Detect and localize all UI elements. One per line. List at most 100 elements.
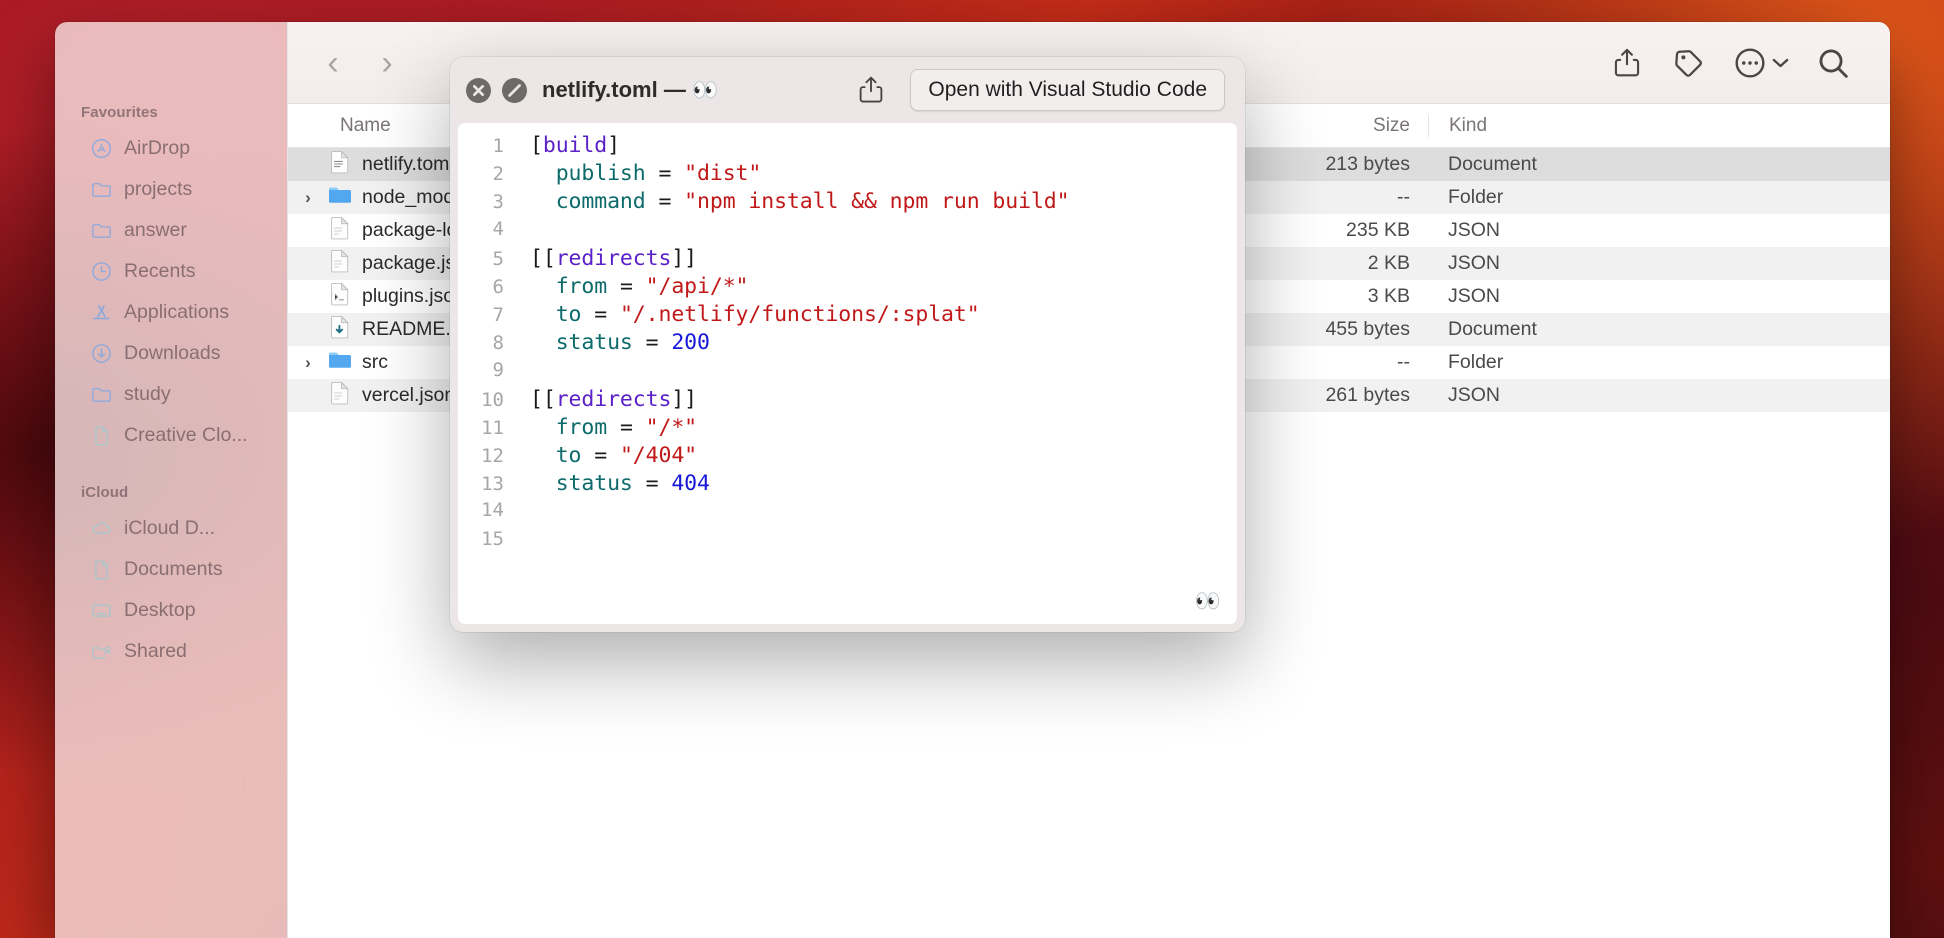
json-file-icon <box>327 215 353 247</box>
file-name-label: src <box>362 351 388 373</box>
file-kind-cell: Folder <box>1448 186 1504 208</box>
quick-look-title-text: netlify.toml — <box>542 77 692 102</box>
code-token: = <box>645 189 685 215</box>
code-text: command = "npm install && npm run build" <box>508 189 1070 214</box>
sidebar-item-answer[interactable]: answer <box>64 210 278 251</box>
line-number: 7 <box>492 304 504 327</box>
code-token: [[ <box>530 386 556 412</box>
tags-button[interactable] <box>1658 47 1720 79</box>
quick-look-titlebar: netlify.toml — 👀 Open with Visual Studio… <box>450 57 1245 123</box>
chevron-down-icon <box>1772 58 1789 67</box>
code-line: 3 command = "npm install && npm run buil… <box>458 189 1237 217</box>
sidebar-item-icloud-d[interactable]: iCloud D... <box>64 508 278 549</box>
full-screen-disabled-button[interactable] <box>502 77 527 103</box>
ellipsis-circle-icon <box>1735 47 1765 78</box>
code-text: status = 200 <box>508 330 710 355</box>
sidebar-item-label: Desktop <box>124 599 196 621</box>
sidebar-item-downloads[interactable]: Downloads <box>64 333 278 374</box>
back-button[interactable]: ‹ <box>306 46 360 80</box>
line-number: 6 <box>492 275 504 298</box>
column-header-kind[interactable]: Kind <box>1428 114 1890 137</box>
file-kind-cell: JSON <box>1448 285 1501 307</box>
code-text: from = "/api/*" <box>508 273 749 299</box>
file-kind-cell: JSON <box>1448 252 1501 274</box>
toml-file-icon <box>327 149 353 181</box>
folder-icon <box>90 219 113 242</box>
code-line: 12 to = "/404" <box>458 443 1237 471</box>
sidebar-group-title-icloud: iCloud <box>81 484 129 501</box>
line-number: 8 <box>492 332 504 355</box>
code-text: [build] <box>508 133 620 158</box>
disclosure-triangle-icon[interactable]: › <box>298 353 318 373</box>
quick-look-window: netlify.toml — 👀 Open with Visual Studio… <box>450 57 1245 632</box>
close-button[interactable] <box>466 77 491 103</box>
line-number: 14 <box>481 499 504 522</box>
code-token: command <box>555 189 646 215</box>
code-token: "dist" <box>684 161 762 187</box>
folder-icon <box>90 383 113 406</box>
sidebar-item-applications[interactable]: Applications <box>64 292 278 333</box>
file-kind-cell: JSON <box>1448 219 1501 241</box>
folder-blue-icon <box>327 347 353 379</box>
code-line: 14 <box>458 499 1237 527</box>
code-token: "npm install && npm run build" <box>684 189 1070 215</box>
finder-sidebar: Favourites AirDrop projects answer Recents Ap… <box>55 22 287 938</box>
code-token: build <box>542 133 608 158</box>
disclosure-triangle-icon[interactable]: › <box>298 188 318 208</box>
line-number: 15 <box>481 527 504 550</box>
sidebar-item-label: Documents <box>124 558 223 580</box>
code-line: 5 [[redirects]] <box>458 246 1237 274</box>
sidebar-item-label: AirDrop <box>124 137 191 159</box>
sidebar-item-recents[interactable]: Recents <box>64 251 278 292</box>
sidebar-item-study[interactable]: study <box>64 374 278 415</box>
code-token: = <box>581 443 620 469</box>
code-token: = <box>607 414 646 440</box>
code-line: 8 status = 200 <box>458 330 1237 358</box>
sidebar-item-label: answer <box>124 219 187 241</box>
sidebar-item-shared[interactable]: Shared <box>64 631 278 672</box>
forward-button[interactable]: › <box>360 46 414 80</box>
document-icon <box>90 424 113 447</box>
quick-look-share-button[interactable] <box>843 75 899 105</box>
json-file-icon <box>327 380 353 412</box>
sidebar-item-label: iCloud D... <box>124 517 216 539</box>
eyes-emoji-icon: 👀 <box>691 79 719 102</box>
code-token: ]] <box>671 386 698 412</box>
code-token: "/api/*" <box>645 273 749 299</box>
sidebar-item-label: study <box>124 383 171 405</box>
sidebar-item-desktop[interactable]: Desktop <box>64 590 278 631</box>
search-button[interactable] <box>1802 46 1864 80</box>
line-number: 4 <box>492 217 504 240</box>
sidebar-item-airdrop[interactable]: AirDrop <box>64 128 278 169</box>
code-content: 1 [build] 2 publish = "dist" 3 command = "n… <box>458 133 1237 556</box>
search-icon <box>1819 49 1848 78</box>
code-token: 404 <box>671 471 710 497</box>
code-token: "/404" <box>619 443 698 469</box>
sidebar-item-label: Applications <box>124 301 230 323</box>
file-kind-cell: Folder <box>1448 351 1504 373</box>
code-line: 1 [build] <box>458 133 1237 161</box>
line-number: 9 <box>492 358 504 381</box>
sidebar-item-documents[interactable]: Documents <box>64 549 278 590</box>
code-token: to <box>555 443 582 469</box>
script-file-icon <box>327 281 353 313</box>
sidebar-item-creative-clo[interactable]: Creative Clo... <box>64 415 278 456</box>
code-token: ]] <box>671 245 698 271</box>
open-with-vscode-button[interactable]: Open with Visual Studio Code <box>910 69 1225 111</box>
line-number: 3 <box>492 191 504 214</box>
code-token: redirects <box>555 386 672 412</box>
code-token: = <box>632 471 672 497</box>
desktop-icon <box>90 599 113 622</box>
code-line: 13 status = 404 <box>458 471 1237 499</box>
share-button[interactable] <box>1596 47 1658 79</box>
sidebar-item-projects[interactable]: projects <box>64 169 278 210</box>
code-token: from <box>555 273 608 299</box>
code-token: = <box>607 273 646 299</box>
code-token: "/.netlify/functions/:splat" <box>619 302 980 328</box>
code-line: 15 <box>458 528 1237 556</box>
more-options-button[interactable] <box>1720 46 1802 80</box>
line-number: 5 <box>492 247 504 270</box>
